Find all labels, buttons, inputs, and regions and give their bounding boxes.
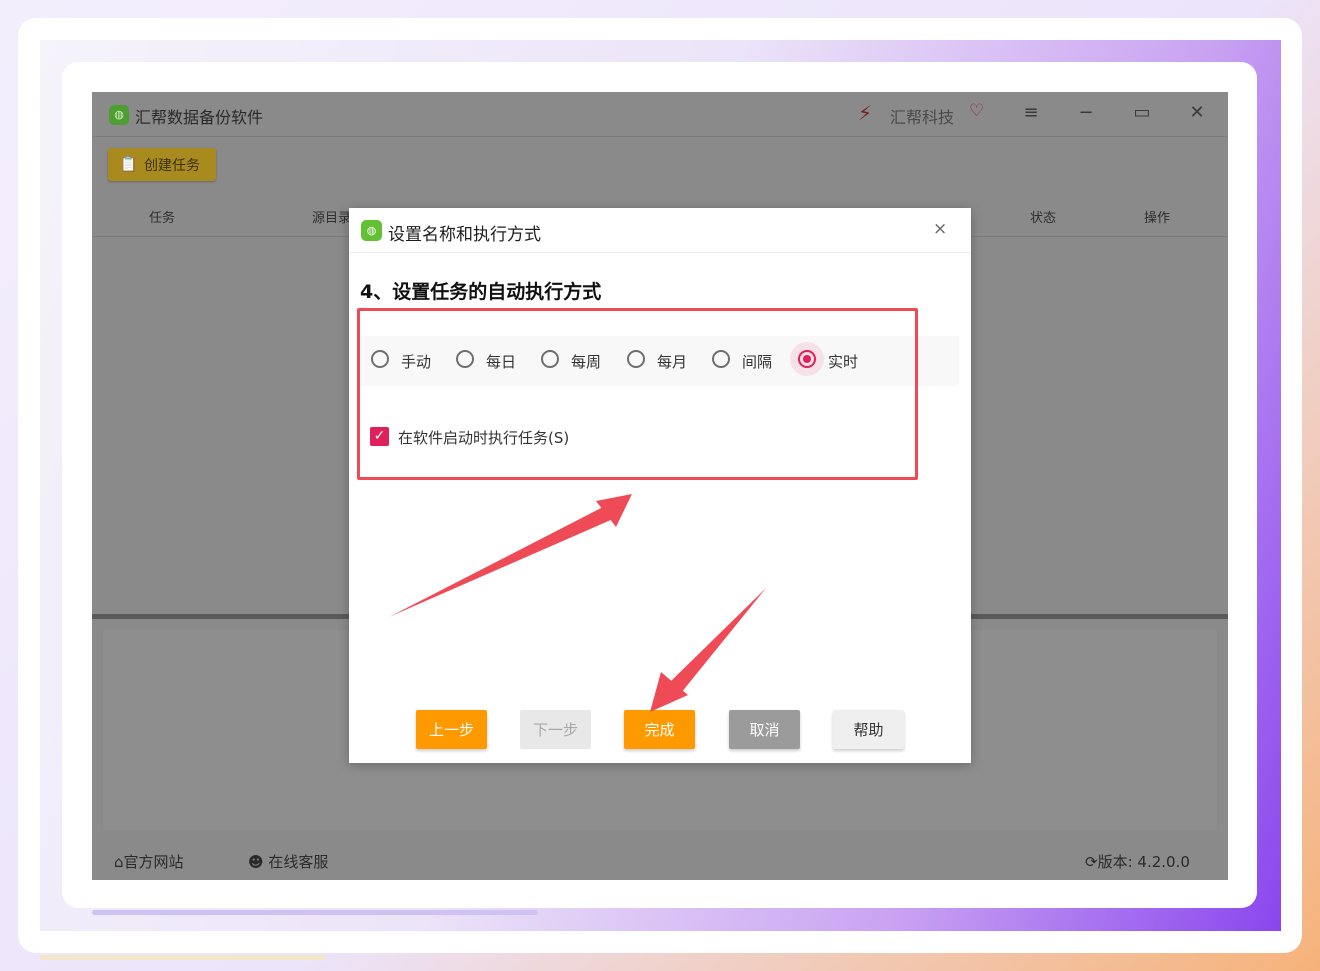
highlight-box: [357, 308, 918, 480]
vip-heart-icon[interactable]: ♡: [969, 101, 984, 121]
settings-dialog: ◍ 设置名称和执行方式 × 4、设置任务的自动执行方式 手动 每日 每周 每月 …: [349, 208, 971, 763]
website-label: 官方网站: [123, 853, 184, 871]
maximize-icon[interactable]: ▭: [1130, 102, 1154, 123]
column-header-source[interactable]: 源目录: [312, 207, 351, 226]
divider: [92, 136, 1228, 137]
create-task-label: 创建任务: [144, 158, 200, 174]
title-bar: ◍ 汇帮数据备份软件 ⚡ 汇帮科技 ♡ ≡ − ▭ ✕: [92, 92, 1228, 137]
column-header-task[interactable]: 任务: [149, 207, 175, 226]
menu-icon[interactable]: ≡: [1019, 102, 1043, 123]
dialog-close-icon[interactable]: ×: [933, 219, 947, 239]
refresh-icon: ⟳: [1085, 853, 1098, 871]
online-support-link[interactable]: ☻ 在线客服: [248, 851, 328, 872]
cancel-button[interactable]: 取消: [729, 710, 800, 749]
home-icon: ⌂: [114, 853, 124, 871]
brand-name: 汇帮科技: [890, 108, 955, 127]
dialog-title: 设置名称和执行方式: [388, 225, 541, 245]
decor-stripe: [92, 910, 538, 915]
task-list-icon: 📋: [119, 155, 138, 173]
status-bar: ⌂官方网站 ☻ 在线客服 ⟳版本: 4.2.0.0: [92, 843, 1228, 880]
divider: [349, 252, 971, 253]
decor-stripe: [40, 955, 326, 960]
column-header-action[interactable]: 操作: [1144, 207, 1170, 226]
version-info[interactable]: ⟳版本: 4.2.0.0: [1085, 851, 1190, 872]
next-step-button[interactable]: 下一步: [520, 710, 591, 749]
close-window-icon[interactable]: ✕: [1185, 102, 1209, 123]
dialog-logo-icon: ◍: [361, 220, 382, 241]
app-logo-icon: ◍: [109, 105, 129, 125]
prev-step-button[interactable]: 上一步: [416, 710, 487, 749]
brand-logo-icon: ⚡: [858, 101, 873, 125]
create-task-button[interactable]: 📋 创建任务: [108, 148, 216, 181]
column-header-status[interactable]: 状态: [1030, 207, 1056, 226]
minimize-icon[interactable]: −: [1074, 102, 1098, 123]
support-agent-icon: ☻: [248, 853, 264, 871]
support-label: 在线客服: [268, 853, 329, 871]
finish-button[interactable]: 完成: [624, 710, 695, 749]
step-title: 4、设置任务的自动执行方式: [360, 281, 602, 303]
official-website-link[interactable]: ⌂官方网站: [114, 851, 184, 872]
app-title: 汇帮数据备份软件: [135, 108, 264, 127]
version-label: 版本: 4.2.0.0: [1097, 853, 1190, 871]
help-button[interactable]: 帮助: [833, 710, 904, 749]
